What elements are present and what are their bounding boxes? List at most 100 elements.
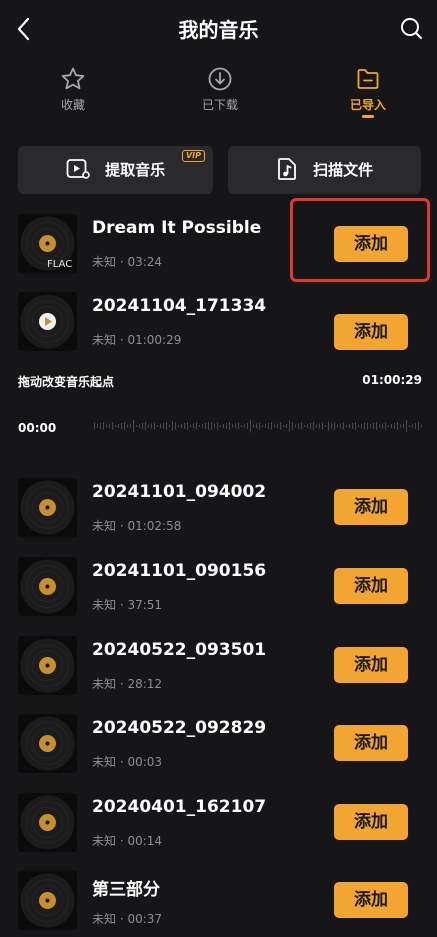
waveform-bar bbox=[109, 423, 110, 429]
waveform-bar bbox=[115, 425, 116, 427]
waveform-bar bbox=[94, 422, 95, 430]
waveform-bar bbox=[112, 422, 113, 430]
add-button[interactable]: 添加 bbox=[334, 804, 408, 840]
waveform-bar bbox=[133, 420, 134, 432]
album-cover bbox=[18, 557, 77, 616]
waveform-bar bbox=[220, 425, 221, 427]
trim-start-time: 00:00 bbox=[18, 421, 57, 435]
waveform-bar bbox=[316, 424, 317, 428]
waveform-bar bbox=[121, 423, 122, 429]
waveform-bar bbox=[136, 425, 137, 427]
song-row[interactable]: 20241104_171334 未知 · 01:00:29 添加 bbox=[0, 292, 437, 358]
waveform-bar bbox=[349, 424, 350, 428]
waveform-bar bbox=[271, 422, 272, 430]
tab-favorites[interactable]: 收藏 bbox=[23, 62, 123, 120]
waveform-bar bbox=[175, 422, 176, 430]
album-cover bbox=[18, 714, 77, 773]
waveform-bar bbox=[160, 424, 161, 428]
song-title: 第三部分 bbox=[92, 880, 160, 900]
waveform-bar bbox=[106, 424, 107, 428]
waveform-slider[interactable] bbox=[92, 418, 424, 434]
waveform-bar bbox=[379, 424, 380, 428]
waveform-bar bbox=[163, 423, 164, 429]
tab-bar: 收藏 已下载 已导入 bbox=[0, 62, 437, 122]
extract-music-button[interactable]: 提取音乐 VIP bbox=[18, 146, 213, 194]
waveform-bar bbox=[361, 423, 362, 429]
folder-icon bbox=[318, 66, 418, 92]
waveform-bar bbox=[166, 422, 167, 430]
song-title: 20240522_093501 bbox=[92, 640, 267, 660]
waveform-bar bbox=[103, 422, 104, 430]
waveform-bar bbox=[322, 422, 323, 430]
waveform-bar bbox=[208, 422, 209, 430]
waveform-bar bbox=[286, 424, 287, 428]
active-tab-indicator bbox=[362, 115, 374, 118]
song-row[interactable]: 20240401_162107 未知 · 00:14 添加 bbox=[0, 793, 437, 859]
song-meta: 未知 · 00:03 bbox=[92, 755, 163, 769]
waveform-bar bbox=[325, 425, 326, 427]
waveform-bar bbox=[154, 422, 155, 430]
waveform-bar bbox=[418, 422, 419, 430]
tab-downloaded[interactable]: 已下载 bbox=[170, 62, 270, 120]
waveform-bar bbox=[259, 422, 260, 430]
waveform-bar bbox=[304, 425, 305, 427]
song-row[interactable]: 20241101_094002 未知 · 01:02:58 添加 bbox=[0, 478, 437, 544]
add-button[interactable]: 添加 bbox=[334, 568, 408, 604]
waveform-bar bbox=[184, 423, 185, 429]
waveform-bar bbox=[139, 424, 140, 428]
waveform-bar bbox=[172, 421, 173, 431]
waveform-bar bbox=[265, 424, 266, 428]
waveform-bar bbox=[337, 424, 338, 428]
vip-badge: VIP bbox=[181, 150, 205, 162]
waveform-bar bbox=[130, 423, 131, 429]
waveform-bar bbox=[211, 422, 212, 430]
waveform-bar bbox=[127, 424, 128, 428]
song-row[interactable]: 20240522_092829 未知 · 00:03 添加 bbox=[0, 714, 437, 780]
header: 我的音乐 bbox=[0, 0, 437, 58]
song-title: 20240522_092829 bbox=[92, 718, 267, 738]
add-button[interactable]: 添加 bbox=[334, 882, 408, 918]
waveform-bar bbox=[202, 424, 203, 428]
tab-favorites-label: 收藏 bbox=[60, 98, 85, 112]
add-button[interactable]: 添加 bbox=[334, 725, 408, 761]
song-title: 20241104_171334 bbox=[92, 296, 267, 316]
waveform-bar bbox=[340, 423, 341, 429]
waveform-bar bbox=[292, 422, 293, 430]
waveform-bar bbox=[181, 424, 182, 428]
song-row[interactable]: 20240522_093501 未知 · 28:12 添加 bbox=[0, 636, 437, 702]
song-row[interactable]: 20241101_090156 未知 · 37:51 添加 bbox=[0, 557, 437, 623]
waveform-bar bbox=[244, 424, 245, 428]
waveform-bar bbox=[97, 424, 98, 428]
waveform-bar bbox=[307, 424, 308, 428]
waveform-bar bbox=[187, 422, 188, 430]
song-title: Dream It Possible bbox=[92, 218, 262, 238]
trim-instruction: 拖动改变音乐起点 bbox=[18, 375, 115, 389]
waveform-bar bbox=[100, 423, 101, 429]
add-button[interactable]: 添加 bbox=[334, 489, 408, 525]
album-cover bbox=[18, 292, 77, 351]
page-title: 我的音乐 bbox=[178, 18, 259, 42]
song-title: 20241101_094002 bbox=[92, 482, 267, 502]
song-meta: 未知 · 28:12 bbox=[92, 677, 163, 691]
star-icon bbox=[23, 66, 123, 92]
waveform-bar bbox=[367, 422, 368, 430]
waveform-bar bbox=[385, 422, 386, 430]
add-button[interactable]: 添加 bbox=[334, 647, 408, 683]
waveform-bar bbox=[178, 425, 179, 427]
album-cover bbox=[18, 871, 77, 930]
tab-imported[interactable]: 已导入 bbox=[318, 62, 418, 120]
song-row[interactable]: 第三部分 未知 · 00:37 添加 bbox=[0, 871, 437, 937]
waveform-bar bbox=[250, 419, 251, 433]
video-music-icon bbox=[66, 158, 105, 179]
song-meta: 未知 · 00:37 bbox=[92, 912, 163, 926]
add-button[interactable]: 添加 bbox=[334, 314, 408, 350]
song-meta: 未知 · 00:14 bbox=[92, 834, 163, 848]
waveform-bar bbox=[400, 424, 401, 428]
search-icon[interactable] bbox=[399, 15, 425, 43]
song-meta: 未知 · 01:00:29 bbox=[92, 333, 182, 347]
music-file-icon bbox=[276, 157, 313, 180]
scan-files-button[interactable]: 扫描文件 bbox=[228, 146, 421, 194]
waveform-bar bbox=[373, 423, 374, 429]
tab-imported-label: 已导入 bbox=[349, 98, 386, 112]
waveform-bar bbox=[190, 424, 191, 428]
